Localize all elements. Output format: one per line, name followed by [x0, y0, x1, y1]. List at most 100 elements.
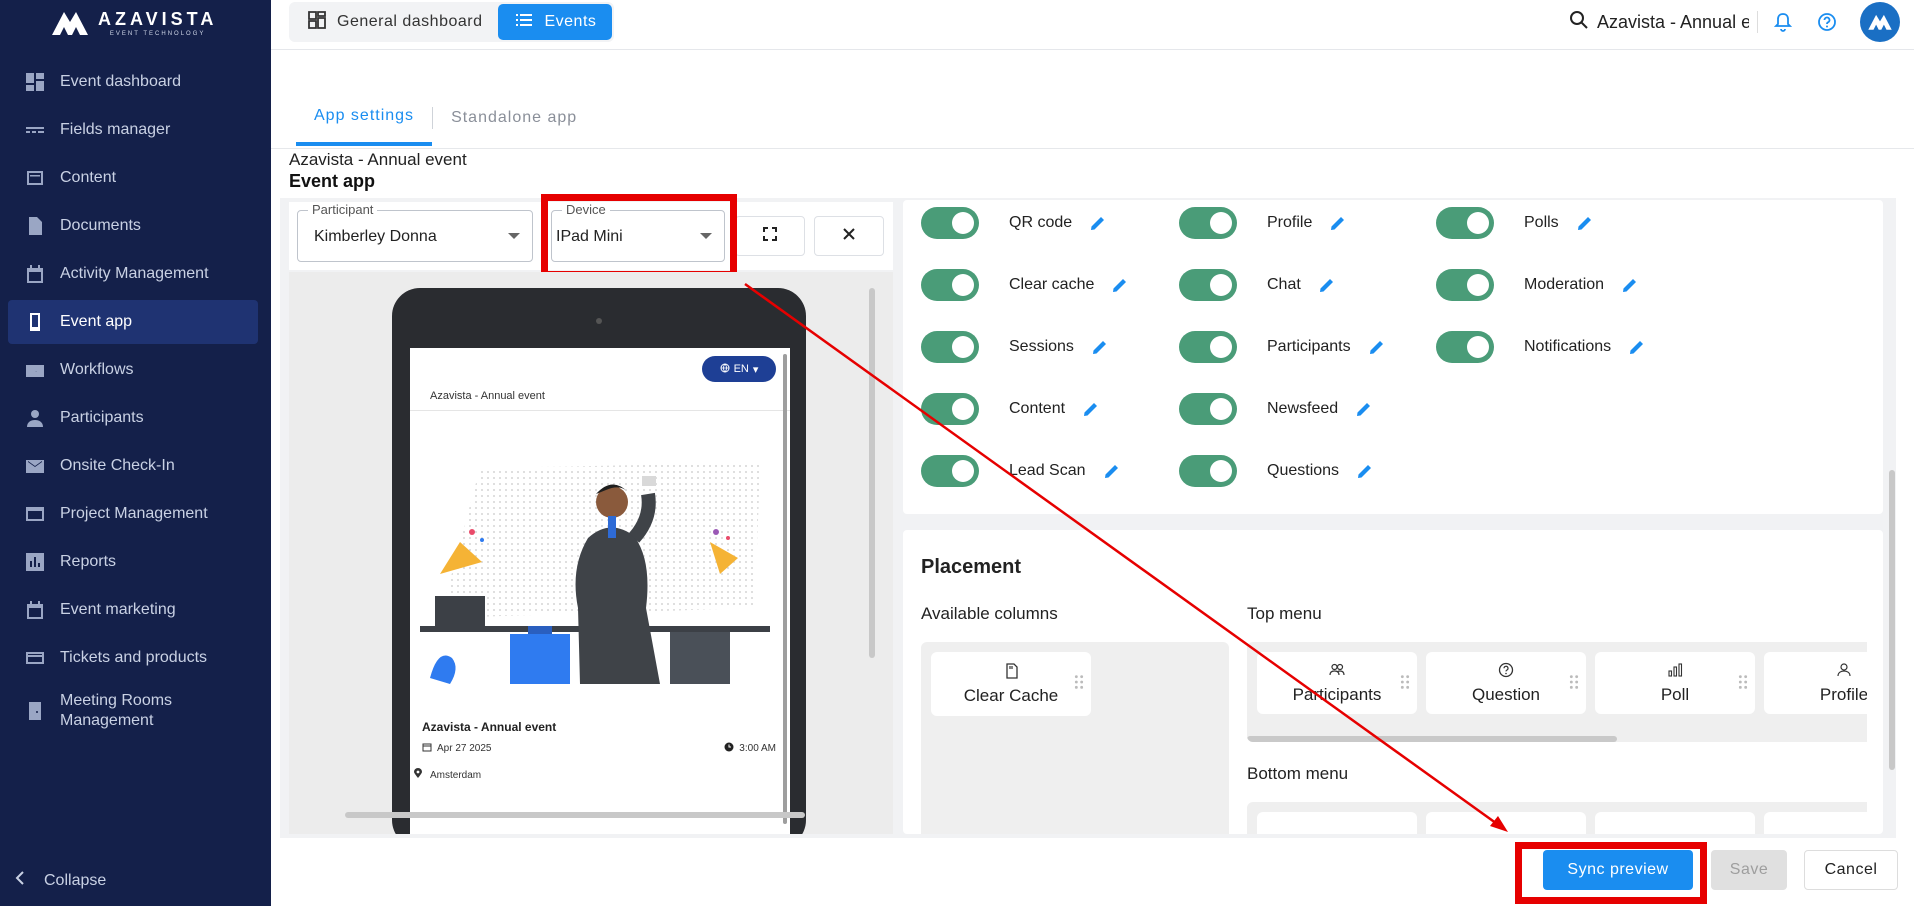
language-button[interactable]: EN ▾ — [702, 356, 776, 382]
event-location-text: Amsterdam — [430, 769, 482, 781]
event-time-text: 3:00 AM — [739, 743, 776, 754]
sidebar-item-content[interactable]: Content — [8, 156, 258, 200]
preview-vertical-scrollbar[interactable] — [869, 288, 875, 658]
brand-tagline: EVENT TECHNOLOGY — [109, 30, 206, 37]
content-toggle[interactable] — [921, 393, 979, 425]
person-icon — [1836, 662, 1852, 685]
settings-scrollbar[interactable] — [1889, 470, 1895, 770]
pencil-icon[interactable] — [1102, 461, 1122, 481]
azavista-logo-icon — [52, 12, 88, 35]
pencil-icon[interactable] — [1081, 399, 1101, 419]
pencil-icon[interactable] — [1354, 399, 1374, 419]
sidebar-item-reports[interactable]: Reports — [8, 540, 258, 584]
sidebar-item-onsite-check-in[interactable]: Onsite Check-In — [8, 444, 258, 488]
pencil-icon[interactable] — [1620, 275, 1640, 295]
sidebar-item-project-management[interactable]: Project Management — [8, 492, 258, 536]
sidebar-item-event-marketing[interactable]: Event marketing — [8, 588, 258, 632]
top-menu-chip-profile[interactable]: Profile — [1764, 652, 1867, 714]
drag-handle-icon[interactable] — [1071, 674, 1084, 692]
top-menu-chip-participants[interactable]: Participants — [1257, 652, 1417, 714]
sidebar-item-activity-management[interactable]: Activity Management — [8, 252, 258, 296]
screen-scrollbar[interactable] — [783, 354, 787, 824]
pencil-icon[interactable] — [1367, 337, 1387, 357]
participants-toggle[interactable] — [1179, 331, 1237, 363]
sidebar-item-workflows[interactable]: Workflows — [8, 348, 258, 392]
module-label: Sessions — [1009, 338, 1074, 355]
pencil-icon[interactable] — [1090, 337, 1110, 357]
participant-label: Participant — [308, 202, 378, 217]
pencil-icon[interactable] — [1575, 213, 1595, 233]
fullscreen-button[interactable] — [735, 216, 805, 256]
bell-icon[interactable] — [1772, 11, 1794, 33]
drag-handle-icon[interactable] — [1397, 674, 1410, 692]
sidebar-item-participants[interactable]: Participants — [8, 396, 258, 440]
close-preview-button[interactable] — [814, 216, 884, 256]
event-title: Azavista - Annual event — [422, 720, 557, 734]
document-icon — [24, 215, 46, 237]
sessions-toggle[interactable] — [921, 331, 979, 363]
sidebar-item-fields-manager[interactable]: Fields manager — [8, 108, 258, 152]
top-menu-chip-poll[interactable]: Poll — [1595, 652, 1755, 714]
notifications-toggle[interactable] — [1436, 331, 1494, 363]
sidebar-item-label: Tickets and products — [60, 649, 208, 666]
sidebar-item-event-dashboard[interactable]: Event dashboard — [8, 60, 258, 104]
collapse-label: Collapse — [44, 871, 107, 889]
pencil-icon[interactable] — [1328, 213, 1348, 233]
newsfeed-toggle[interactable] — [1179, 393, 1237, 425]
divider — [271, 148, 1914, 149]
sidebar-item-event-app[interactable]: Event app — [8, 300, 258, 344]
cancel-button[interactable]: Cancel — [1804, 850, 1898, 890]
chevron-left-icon — [14, 871, 26, 890]
participant-select[interactable]: Participant Kimberley Donna — [297, 202, 533, 262]
lead-scan-toggle[interactable] — [921, 455, 979, 487]
profile-toggle[interactable] — [1179, 207, 1237, 239]
pencil-icon[interactable] — [1627, 337, 1647, 357]
tab-standalone-app[interactable]: Standalone app — [433, 90, 595, 146]
module-profile: Profile — [1179, 206, 1348, 240]
chat-toggle[interactable] — [1179, 269, 1237, 301]
calendar-icon — [24, 599, 46, 621]
chip-label: Participants — [1292, 684, 1382, 704]
available-chip-clear-cache[interactable]: Clear Cache — [931, 652, 1091, 716]
pencil-icon[interactable] — [1088, 213, 1108, 233]
event-time: 3:00 AM — [724, 742, 776, 755]
save-button[interactable]: Save — [1711, 850, 1787, 890]
event-search[interactable]: Azavista - Annual event — [1569, 10, 1749, 35]
qr-code-toggle[interactable] — [921, 207, 979, 239]
top-menu-scrollbar[interactable] — [1247, 736, 1617, 742]
bottom-menu-chip[interactable] — [1764, 812, 1867, 834]
tab-events[interactable]: Events — [498, 4, 613, 40]
bottom-menu-chip[interactable] — [1426, 812, 1586, 834]
participant-value: Kimberley Donna — [314, 228, 437, 245]
top-menu-chip-question[interactable]: Question — [1426, 652, 1586, 714]
sidebar-item-tickets-and-products[interactable]: Tickets and products — [8, 636, 258, 680]
sidebar-item-label: Workflows — [60, 361, 134, 378]
avatar[interactable] — [1860, 2, 1900, 42]
pencil-icon[interactable] — [1355, 461, 1375, 481]
tab-label: Events — [544, 13, 597, 30]
pencil-icon[interactable] — [1317, 275, 1337, 295]
tab-general-dashboard[interactable]: General dashboard — [291, 4, 498, 40]
pencil-icon[interactable] — [1110, 275, 1130, 295]
azavista-logo[interactable]: AZAVISTA EVENT TECHNOLOGY — [50, 8, 217, 38]
module-label: Polls — [1524, 214, 1559, 231]
drag-handle-icon[interactable] — [1735, 674, 1748, 692]
clear-cache-toggle[interactable] — [921, 269, 979, 301]
sidebar-item-documents[interactable]: Documents — [8, 204, 258, 248]
bottom-menu-chip[interactable] — [1257, 812, 1417, 834]
camera-dot — [596, 318, 602, 324]
moderation-toggle[interactable] — [1436, 269, 1494, 301]
top-right-tools: Azavista - Annual event — [1569, 0, 1914, 44]
sidebar-item-meeting-rooms-management[interactable]: Meeting Rooms Management — [8, 684, 258, 738]
bottom-menu-chip[interactable] — [1595, 812, 1755, 834]
preview-horizontal-scrollbar[interactable] — [345, 812, 805, 818]
polls-toggle[interactable] — [1436, 207, 1494, 239]
collapse-button[interactable]: Collapse — [14, 871, 106, 890]
help-icon[interactable] — [1816, 11, 1838, 33]
questions-toggle[interactable] — [1179, 455, 1237, 487]
drag-handle-icon[interactable] — [1566, 674, 1579, 692]
chevron-down-icon — [508, 233, 520, 239]
tab-app-settings[interactable]: App settings — [296, 90, 433, 146]
list-icon — [514, 10, 534, 35]
chip-label: Poll — [1660, 684, 1690, 704]
